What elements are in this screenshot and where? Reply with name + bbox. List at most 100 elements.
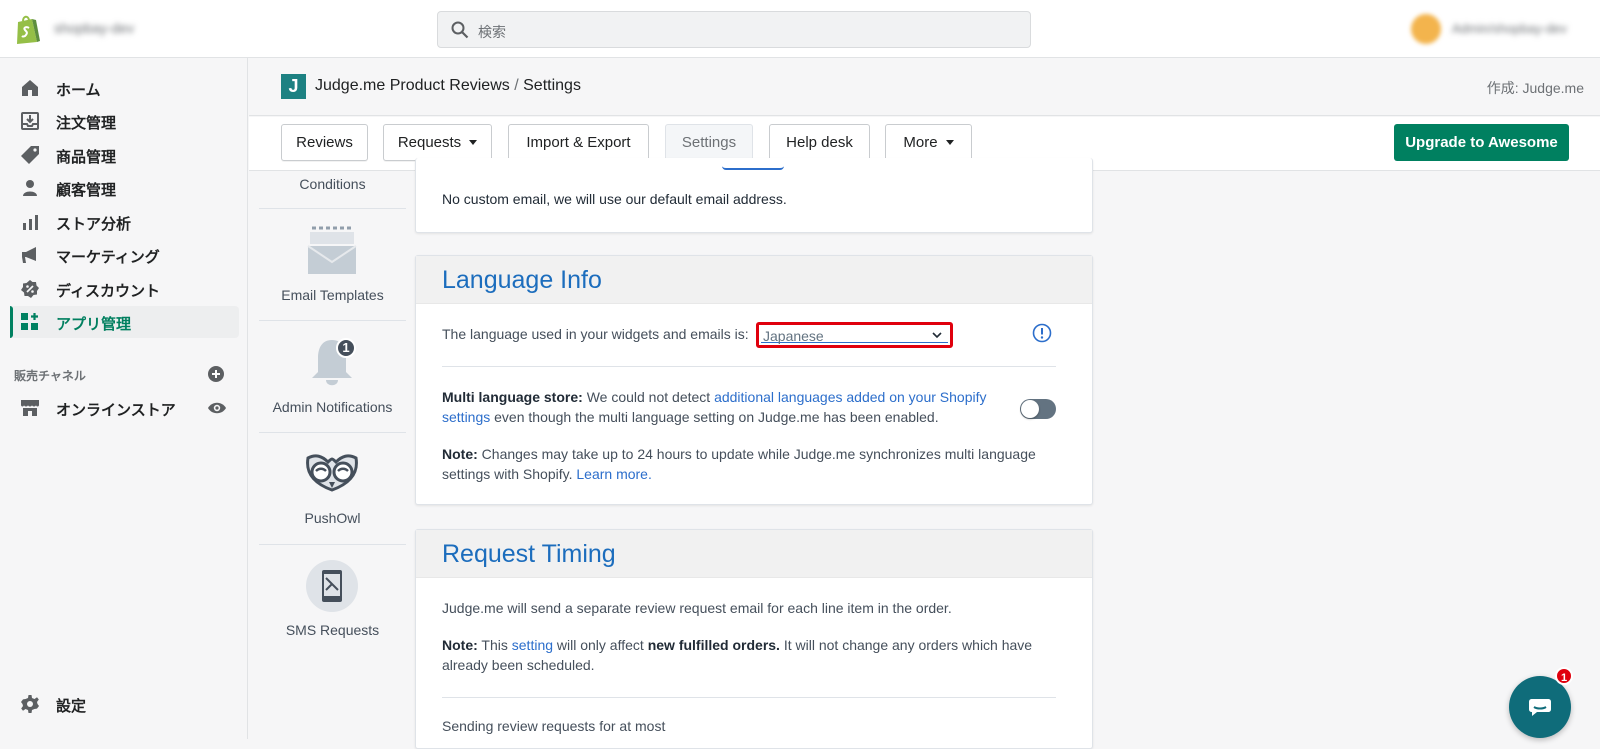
language-info-card: Language Info The language used in your … xyxy=(415,255,1093,505)
add-channel-icon[interactable] xyxy=(207,365,225,383)
sidebar-item-customers[interactable]: 顧客管理 xyxy=(10,172,239,204)
requests-label: Requests xyxy=(397,134,462,151)
shopify-logo-icon[interactable] xyxy=(14,14,40,44)
info-icon[interactable] xyxy=(1032,323,1052,343)
breadcrumb-separator: / xyxy=(514,77,519,94)
toggle-knob xyxy=(1021,400,1039,418)
settings-nav-pushowl[interactable]: PushOwl xyxy=(259,510,406,526)
sidebar-item-label: 注文管理 xyxy=(56,115,117,132)
note-text: Changes may take up to 24 hours to updat… xyxy=(442,446,1036,482)
multi-language-text: Multi language store: We could not detec… xyxy=(442,387,1002,427)
multi-language-toggle[interactable] xyxy=(1020,399,1056,419)
divider xyxy=(259,432,406,433)
setting-link[interactable]: setting xyxy=(512,637,553,653)
page-title: Judge.me Product Reviews / Settings xyxy=(315,77,581,95)
note-emphasis: new fulfilled orders. xyxy=(647,637,780,653)
settings-nav-email-templates[interactable]: Email Templates xyxy=(259,287,406,303)
sidebar-item-products[interactable]: 商品管理 xyxy=(10,139,239,171)
timing-setting-text: Sending review requests for at most xyxy=(442,718,666,734)
chat-badge: 1 xyxy=(1555,667,1573,685)
import-export-label: Import & Export xyxy=(526,134,631,151)
chat-button[interactable] xyxy=(1509,676,1571,738)
settings-nav-conditions[interactable]: Conditions xyxy=(259,176,406,192)
timing-description: Judge.me will send a separate review req… xyxy=(442,600,952,616)
sidebar-item-settings[interactable]: 設定 xyxy=(10,688,239,720)
reviews-label: Reviews xyxy=(296,134,353,151)
apps-icon xyxy=(21,313,38,330)
request-timing-card: Request Timing Judge.me will send a sepa… xyxy=(415,529,1093,749)
email-card: No custom email, we will use our default… xyxy=(415,158,1093,233)
search-bar[interactable]: 検索 xyxy=(437,11,1031,48)
judgeme-logo: J xyxy=(281,74,306,99)
person-icon xyxy=(23,180,37,196)
settings-label: Settings xyxy=(681,134,737,151)
language-note: Note: Changes may take up to 24 hours to… xyxy=(442,444,1056,484)
divider xyxy=(442,697,1056,698)
divider xyxy=(259,544,406,545)
chat-icon xyxy=(1529,699,1551,716)
sidebar-item-discounts[interactable]: ディスカウント xyxy=(10,273,239,305)
upgrade-button[interactable]: Upgrade to Awesome xyxy=(1394,124,1569,161)
sidebar-item-label: 顧客管理 xyxy=(56,182,117,199)
bar-chart-icon xyxy=(23,215,38,230)
sidebar-item-label: ホーム xyxy=(56,82,101,99)
learn-more-link[interactable]: Learn more. xyxy=(576,466,651,482)
eye-icon[interactable] xyxy=(207,400,227,416)
settings-nav-sms-requests[interactable]: SMS Requests xyxy=(259,622,406,638)
language-select-value: Japanese xyxy=(763,328,824,344)
sidebar-item-marketing[interactable]: マーケティング xyxy=(10,239,239,271)
pushowl-icon[interactable] xyxy=(304,446,360,502)
sales-channels-heading: 販売チャネル xyxy=(14,369,86,383)
app-developer[interactable]: 作成: Judge.me xyxy=(1487,78,1584,98)
note-text-b: will only affect xyxy=(556,637,644,653)
store-name[interactable]: shopbay-dev xyxy=(54,20,134,36)
language-select-highlight: Japanese xyxy=(756,322,953,348)
sidebar-item-label: マーケティング xyxy=(56,249,160,266)
sidebar-item-apps[interactable]: アプリ管理 xyxy=(10,306,239,338)
scrolled-button-edge xyxy=(722,158,784,170)
more-button[interactable]: More xyxy=(885,124,972,161)
timing-note: Note: This setting will only affect new … xyxy=(442,635,1056,675)
more-label: More xyxy=(903,134,938,151)
caret-down-icon xyxy=(469,140,478,145)
language-info-title: Language Info xyxy=(416,256,1092,304)
app-name[interactable]: Judge.me Product Reviews xyxy=(315,77,510,94)
import-export-button[interactable]: Import & Export xyxy=(508,124,649,161)
user-name[interactable]: Admin/shopbay-dev xyxy=(1452,21,1567,36)
sidebar-item-label: 設定 xyxy=(56,698,87,715)
sidebar: ホーム 注文管理 商品管理 顧客管理 ストア分析 マーケティング ディスカウント… xyxy=(0,58,248,739)
note-label: Note: xyxy=(442,446,478,462)
tag-icon xyxy=(21,146,39,164)
divider xyxy=(259,208,406,209)
multi-language-label: Multi language store: xyxy=(442,389,583,405)
avatar[interactable] xyxy=(1411,14,1441,44)
sidebar-item-orders[interactable]: 注文管理 xyxy=(10,105,239,137)
gear-icon xyxy=(21,695,39,713)
language-select[interactable]: Japanese xyxy=(761,327,948,344)
sidebar-item-home[interactable]: ホーム xyxy=(10,72,239,104)
help-desk-button[interactable]: Help desk xyxy=(769,124,870,161)
note-text-a: This xyxy=(481,637,508,653)
search-input[interactable]: 検索 xyxy=(478,22,506,42)
sidebar-item-analytics[interactable]: ストア分析 xyxy=(10,206,239,238)
settings-nav-admin-notifications[interactable]: Admin Notifications xyxy=(259,399,406,415)
bell-icon[interactable] xyxy=(304,334,360,390)
sidebar-item-label: オンラインストア xyxy=(56,402,176,419)
settings-nav: Conditions Email Templates 1 Admin Notif… xyxy=(259,172,406,739)
email-templates-icon[interactable] xyxy=(304,222,360,278)
sms-icon[interactable] xyxy=(304,558,360,614)
orders-icon xyxy=(21,112,39,130)
sidebar-item-label: 商品管理 xyxy=(56,149,117,166)
app-header: J Judge.me Product Reviews / Settings 作成… xyxy=(249,58,1600,116)
active-indicator xyxy=(10,306,13,338)
sidebar-item-label: ストア分析 xyxy=(56,216,132,233)
notification-badge: 1 xyxy=(342,340,350,355)
megaphone-icon xyxy=(22,247,36,263)
sidebar-item-label: アプリ管理 xyxy=(56,316,132,333)
sidebar-item-online-store[interactable]: オンラインストア xyxy=(10,392,239,424)
reviews-button[interactable]: Reviews xyxy=(281,124,368,161)
settings-button[interactable]: Settings xyxy=(665,124,753,161)
search-icon xyxy=(451,21,469,39)
requests-button[interactable]: Requests xyxy=(383,124,492,161)
request-timing-title: Request Timing xyxy=(416,530,1092,578)
